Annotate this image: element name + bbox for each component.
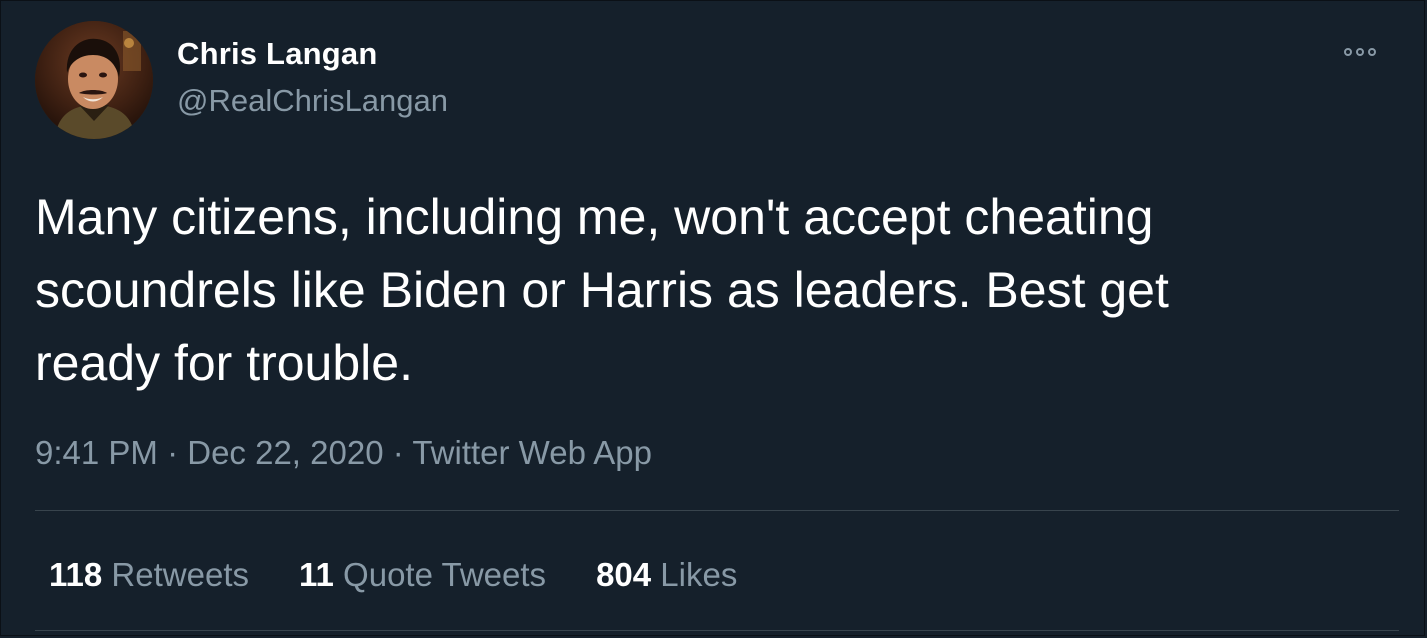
likes-count: 804	[596, 556, 652, 593]
author-names: Chris Langan @RealChrisLangan	[177, 35, 448, 120]
tweet-time[interactable]: 9:41 PM	[35, 434, 158, 471]
tweet-card: Chris Langan @RealChrisLangan Many citiz…	[0, 0, 1425, 636]
tweet-source[interactable]: Twitter Web App	[412, 434, 652, 471]
likes-stat[interactable]: 804 Likes	[596, 553, 737, 597]
meta-separator: ·	[167, 434, 179, 471]
avatar[interactable]	[35, 21, 153, 139]
tweet-date[interactable]: Dec 22, 2020	[187, 434, 383, 471]
more-dot	[1356, 48, 1364, 56]
tweet-text: Many citizens, including me, won't accep…	[35, 189, 1169, 391]
author-handle[interactable]: @RealChrisLangan	[177, 82, 448, 120]
divider-bottom	[35, 630, 1399, 631]
more-dot	[1368, 48, 1376, 56]
quote-tweets-label: Quote Tweets	[343, 556, 547, 593]
quote-tweets-stat[interactable]: 11 Quote Tweets	[299, 553, 546, 597]
retweets-label: Retweets	[111, 556, 249, 593]
quote-tweets-count: 11	[298, 556, 334, 593]
author-display-name[interactable]: Chris Langan	[177, 35, 448, 73]
more-dot	[1344, 48, 1352, 56]
divider-top	[35, 510, 1399, 511]
retweets-stat[interactable]: 118 Retweets	[49, 553, 249, 597]
tweet-header: Chris Langan @RealChrisLangan	[35, 21, 1398, 141]
retweets-count: 118	[49, 556, 103, 593]
avatar-photo	[35, 21, 153, 139]
more-options-icon[interactable]	[1340, 43, 1380, 61]
meta-separator: ·	[392, 434, 404, 471]
tweet-meta: 9:41 PM · Dec 22, 2020 · Twitter Web App	[35, 431, 652, 475]
tweet-stats: 118 Retweets 11 Quote Tweets 804 Likes	[49, 553, 737, 597]
likes-label: Likes	[660, 556, 738, 593]
